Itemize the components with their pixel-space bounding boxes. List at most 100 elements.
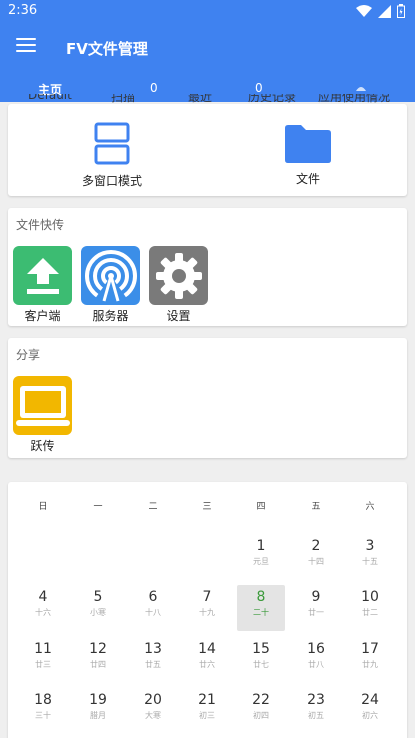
status-icons [356, 4, 405, 18]
client-button[interactable]: 客户端 [13, 246, 72, 324]
calendar-day-number: 5 [93, 589, 103, 605]
laptop-icon [15, 385, 70, 426]
calendar-day-number: 16 [307, 641, 325, 657]
server-label: 服务器 [92, 309, 129, 323]
menu-icon[interactable] [16, 38, 36, 58]
calendar-lunar-label: 十九 [199, 608, 215, 617]
upload-icon [26, 257, 59, 294]
calendar-day[interactable]: 10 廿二 [346, 585, 394, 631]
calendar-lunar-label: 十六 [35, 608, 51, 617]
weekday-sat: 六 [365, 502, 375, 512]
calendar-day-number: 10 [361, 589, 379, 605]
calendar-day[interactable]: 20 大寒 [129, 688, 177, 734]
calendar-day[interactable]: 15 廿七 [237, 637, 285, 683]
yuechuan-button[interactable]: 跃传 [13, 376, 72, 454]
quick-transfer-title: 文件快传 [16, 218, 65, 232]
server-button[interactable]: 服务器 [81, 246, 140, 324]
wifi-icon [356, 5, 372, 17]
files-button[interactable]: 文件 [278, 124, 338, 187]
files-label: 文件 [295, 172, 320, 186]
tab-badge-1[interactable]: 0 [150, 81, 158, 95]
top-card: Default 扫描 最近 历史记录 应用使用情况 多窗口模式 文件 [8, 94, 407, 196]
quick-transfer-card: 文件快传 客户端 服务器 设置 [8, 208, 407, 326]
calendar-day[interactable]: 17 廿九 [346, 637, 394, 683]
calendar-lunar-label: 廿一 [308, 608, 324, 617]
calendar-day-number: 8 [256, 589, 266, 605]
app-bar: FV文件管理 [0, 24, 415, 72]
calendar-lunar-label: 十五 [362, 557, 378, 566]
calendar-day[interactable]: 13 廿五 [129, 637, 177, 683]
client-label: 客户端 [24, 309, 61, 323]
calendar-lunar-label: 二十 [253, 608, 269, 617]
share-card: 分享 跃传 [8, 338, 407, 458]
settings-button[interactable]: 设置 [149, 246, 208, 324]
calendar-day[interactable]: 19 腊月 [74, 688, 122, 734]
calendar-day-number: 2 [311, 538, 321, 554]
calendar-day-number: 18 [34, 692, 52, 708]
yuechuan-tile [13, 376, 72, 435]
calendar-day[interactable]: 11 廿三 [19, 637, 67, 683]
calendar-day[interactable]: 14 廿六 [183, 637, 231, 683]
server-tile [81, 246, 140, 305]
calendar-lunar-label: 廿四 [90, 660, 106, 669]
gear-icon [155, 252, 202, 299]
folder-icon [285, 125, 331, 163]
calendar-day[interactable]: 18 三十 [19, 688, 67, 734]
cut-tab-history: 历史记录 [248, 94, 297, 104]
calendar-lunar-label: 元旦 [253, 557, 269, 566]
calendar-day[interactable]: 4 十六 [19, 585, 67, 631]
settings-tile [149, 246, 208, 305]
multi-window-button[interactable]: 多窗口模式 [80, 122, 144, 189]
calendar-day[interactable]: 2 十四 [292, 534, 340, 580]
calendar-day[interactable]: 12 廿四 [74, 637, 122, 683]
calendar-day-number: 24 [361, 692, 379, 708]
calendar-day-number: 23 [307, 692, 325, 708]
client-tile [13, 246, 72, 305]
calendar-day-number: 3 [365, 538, 375, 554]
calendar-day-number: 6 [148, 589, 158, 605]
status-time: 2:36 [8, 3, 38, 18]
weekday-tue: 二 [148, 502, 158, 512]
calendar-day-number: 20 [144, 692, 162, 708]
tab-more[interactable] [355, 81, 367, 95]
signal-icon [378, 4, 391, 18]
calendar-day[interactable]: 6 十八 [129, 585, 177, 631]
multi-window-icon [94, 122, 130, 165]
yuechuan-label: 跃传 [30, 439, 55, 453]
calendar-lunar-label: 廿二 [362, 608, 378, 617]
cut-tab-default: Default [28, 94, 72, 102]
calendar-day[interactable]: 24 初六 [346, 688, 394, 734]
calendar-day[interactable]: 1 元旦 [237, 534, 285, 580]
calendar-day[interactable]: 16 廿八 [292, 637, 340, 683]
calendar-day[interactable]: 23 初五 [292, 688, 340, 734]
calendar-lunar-label: 初五 [308, 711, 324, 720]
calendar-lunar-label: 三十 [35, 711, 51, 720]
broadcast-icon [84, 249, 137, 303]
calendar-day[interactable]: 21 初三 [183, 688, 231, 734]
weekday-fri: 五 [311, 502, 321, 512]
calendar-day-number: 15 [252, 641, 270, 657]
calendar-lunar-label: 廿七 [253, 660, 269, 669]
calendar-lunar-label: 大寒 [145, 711, 161, 720]
weekday-sun: 日 [38, 502, 48, 512]
calendar-day-today[interactable]: 8 二十 [237, 585, 285, 631]
calendar-lunar-label: 廿八 [308, 660, 324, 669]
calendar-day[interactable]: 3 十五 [346, 534, 394, 580]
calendar-day[interactable]: 9 廿一 [292, 585, 340, 631]
calendar-lunar-label: 廿五 [145, 660, 161, 669]
tab-badge-2[interactable]: 0 [255, 81, 263, 95]
calendar-lunar-label: 十四 [308, 557, 324, 566]
calendar-day[interactable]: 22 初四 [237, 688, 285, 734]
calendar-day-number: 11 [34, 641, 52, 657]
calendar-lunar-label: 廿三 [35, 660, 51, 669]
cut-tab-app-usage: 应用使用情况 [318, 94, 391, 104]
app-title: FV文件管理 [66, 40, 148, 58]
calendar-lunar-label: 小寒 [90, 608, 106, 617]
multi-window-label: 多窗口模式 [81, 174, 142, 188]
calendar-day[interactable]: 7 十九 [183, 585, 231, 631]
calendar-day-number: 4 [38, 589, 48, 605]
calendar-day-number: 7 [202, 589, 212, 605]
calendar-day-number: 22 [252, 692, 270, 708]
calendar-day[interactable]: 5 小寒 [74, 585, 122, 631]
calendar-lunar-label: 廿九 [362, 660, 378, 669]
